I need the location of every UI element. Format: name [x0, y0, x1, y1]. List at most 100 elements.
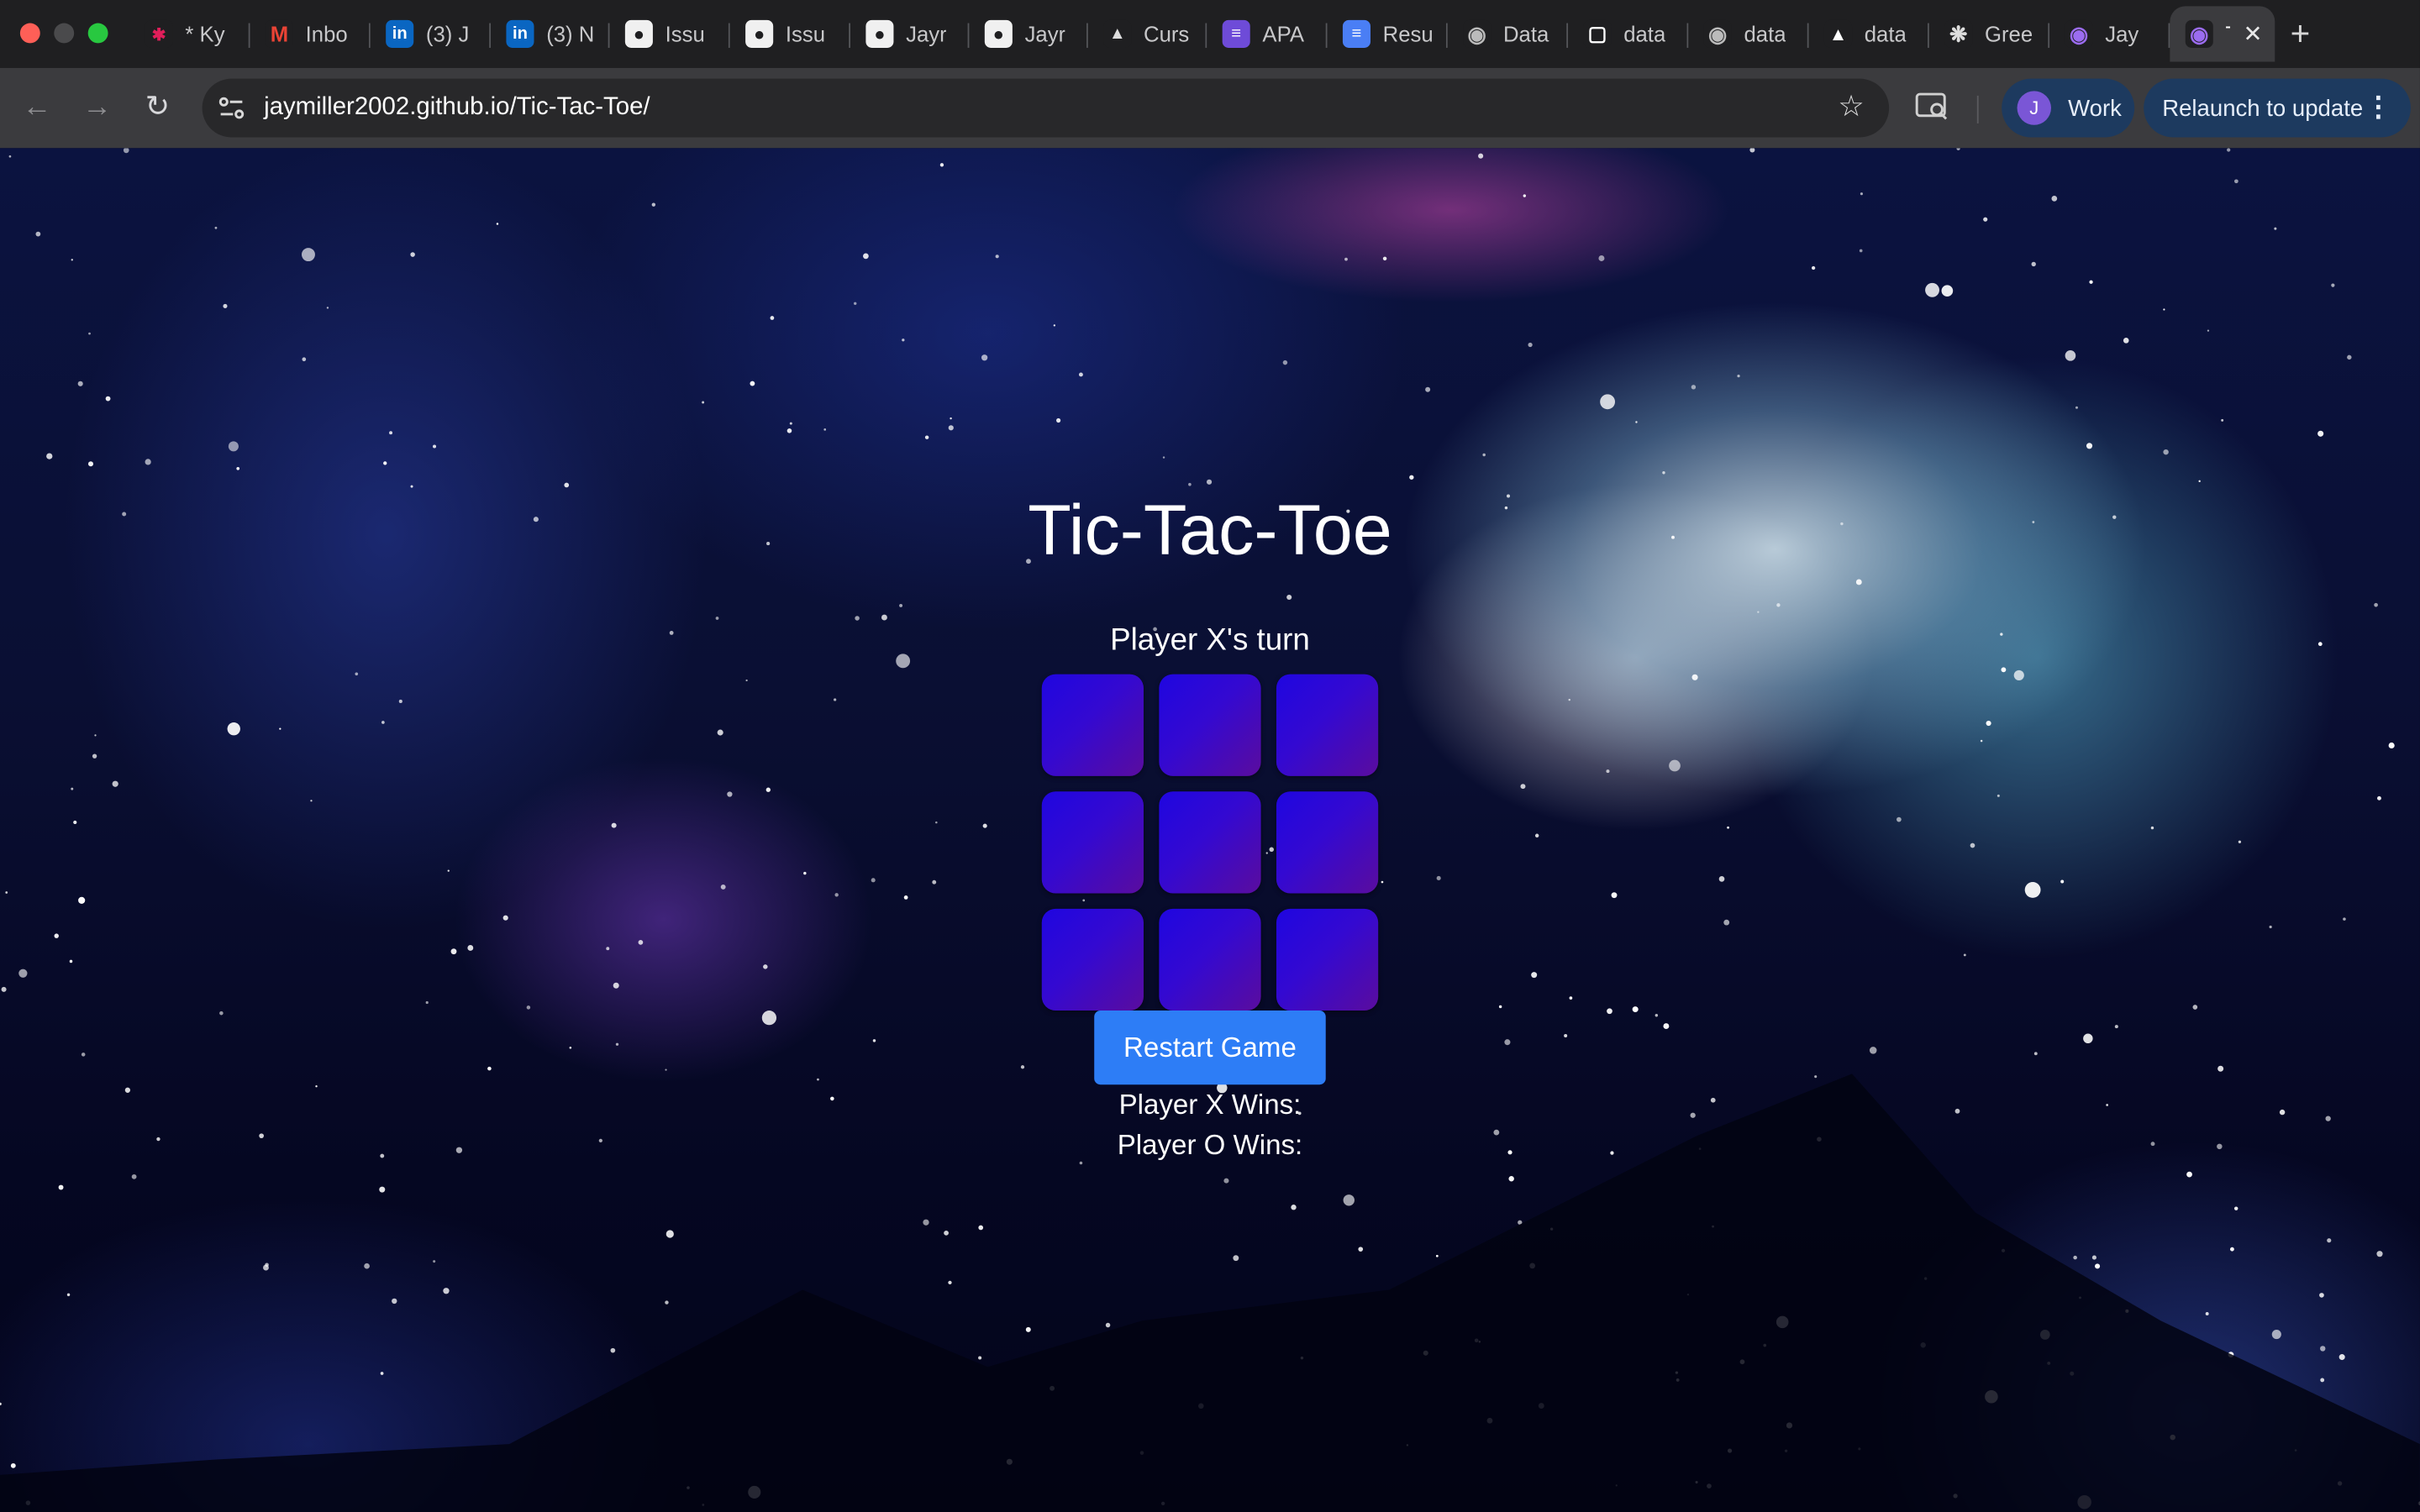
star [1507, 1150, 1512, 1155]
star [1941, 285, 1954, 297]
tab-title: Data [1502, 21, 1549, 47]
board-cell[interactable] [1159, 791, 1261, 894]
star [5, 891, 8, 894]
star [1507, 494, 1511, 498]
star [2112, 515, 2117, 519]
star [77, 381, 83, 386]
star [2198, 480, 2201, 483]
star [1504, 506, 1508, 510]
star [69, 959, 73, 963]
relaunch-button[interactable]: Relaunch to update ⋮ [2144, 78, 2411, 138]
new-tab-button[interactable]: + [2291, 14, 2311, 55]
tab-strip: ✱ * Ky M Inbo in (3) Jin (3) N ● Issu ● Issu ● Jayr ●… [0, 0, 2420, 68]
star [259, 1133, 264, 1139]
reload-icon[interactable]: ↻ [137, 88, 177, 129]
star [1869, 1047, 1877, 1054]
browser-tab[interactable]: ● Issu [730, 6, 851, 61]
browser-tab[interactable]: ◉ Data [1448, 6, 1569, 61]
more-menu-icon[interactable]: ⋮ [2365, 92, 2392, 120]
page-title: Tic-Tac-Toe [1028, 489, 1392, 570]
browser-tab[interactable]: ◉ Jay [2049, 6, 2170, 61]
star [863, 253, 869, 260]
tab-title: Gree [1984, 21, 2033, 47]
star [123, 148, 129, 154]
browser-tab[interactable]: ● Jayr [969, 6, 1088, 61]
board-cell[interactable] [1276, 908, 1379, 1011]
browser-tab[interactable]: ≡ Resu [1328, 6, 1448, 61]
star [78, 896, 86, 904]
board-cell[interactable] [1041, 674, 1144, 776]
star [1956, 148, 1960, 150]
browser-tab[interactable]: ❋ Gree [1929, 6, 2050, 61]
star [948, 1280, 952, 1284]
star [817, 1078, 819, 1081]
star [610, 1347, 616, 1353]
star [770, 316, 775, 320]
star [1860, 192, 1863, 196]
star [872, 1039, 876, 1042]
star [2221, 418, 2224, 422]
url-text[interactable]: jaymiller2002.github.io/Tic-Tac-Toe/ [264, 79, 650, 138]
star [1478, 153, 1484, 159]
browser-tab[interactable]: M Inbo [250, 6, 371, 61]
star [447, 869, 450, 872]
minimize-window-button[interactable] [54, 23, 75, 44]
star [2234, 179, 2238, 184]
star [156, 1137, 160, 1142]
tab-title: Jay [2105, 21, 2139, 47]
profile-button[interactable]: J Work [2002, 78, 2135, 138]
star [383, 461, 387, 465]
star [1607, 1008, 1612, 1015]
star [433, 1260, 436, 1263]
browser-tab[interactable]: ● Jayr [850, 6, 970, 61]
maximize-window-button[interactable] [87, 23, 108, 44]
board-cell[interactable] [1276, 674, 1379, 776]
browser-tab[interactable]: ◉ data [1688, 6, 1809, 61]
star [1282, 360, 1288, 365]
forward-arrow-icon[interactable]: → [77, 88, 118, 129]
browser-tab[interactable]: in (3) J [371, 6, 492, 61]
star [310, 800, 313, 802]
star [834, 698, 837, 701]
board-cell[interactable] [1041, 791, 1144, 894]
star [803, 871, 807, 875]
star [2091, 1255, 2096, 1260]
star [786, 428, 792, 433]
back-arrow-icon[interactable]: ← [17, 88, 57, 129]
browser-tab[interactable]: ≡ APA [1207, 6, 1328, 61]
close-window-button[interactable] [19, 23, 40, 44]
site-settings-icon[interactable] [216, 92, 247, 123]
google-lens-icon[interactable] [1914, 90, 1951, 123]
star [2186, 1171, 2192, 1178]
close-tab-icon[interactable]: ✕ [2244, 20, 2263, 48]
board-cell[interactable] [1276, 791, 1379, 894]
board-cell[interactable] [1159, 908, 1261, 1011]
browser-tab[interactable]: ▢ data [1568, 6, 1689, 61]
star [2114, 1025, 2118, 1029]
star [1632, 1006, 1639, 1013]
star [950, 417, 952, 420]
browser-tab[interactable]: ● Issu [609, 6, 730, 61]
address-bar[interactable]: jaymiller2002.github.io/Tic-Tac-Toe/ ☆ [202, 78, 1890, 138]
star [1669, 759, 1681, 772]
star [1897, 816, 1902, 822]
browser-tab[interactable]: ✱ * Ky [129, 6, 250, 61]
page-content: Tic-Tac-Toe Player X's turn Restart Game… [0, 148, 2420, 1512]
browser-tab[interactable]: ▲ data [1809, 6, 1929, 61]
restart-game-button[interactable]: Restart Game [1094, 1011, 1326, 1085]
board-cell[interactable] [1041, 908, 1144, 1011]
browser-tab[interactable]: ◉ T ✕ [2170, 6, 2275, 62]
bookmark-star-icon[interactable]: ☆ [1838, 90, 1864, 125]
star [1749, 148, 1755, 153]
star [496, 223, 499, 225]
star [1655, 1014, 1659, 1017]
board-cell[interactable] [1159, 674, 1261, 776]
star [219, 1011, 224, 1016]
browser-tab[interactable]: in (3) N [491, 6, 610, 61]
star [227, 722, 240, 736]
browser-tab[interactable]: ▲ Curs [1088, 6, 1207, 61]
star [1053, 324, 1055, 327]
star [389, 431, 393, 435]
star [1343, 1194, 1355, 1206]
star [1776, 603, 1781, 607]
